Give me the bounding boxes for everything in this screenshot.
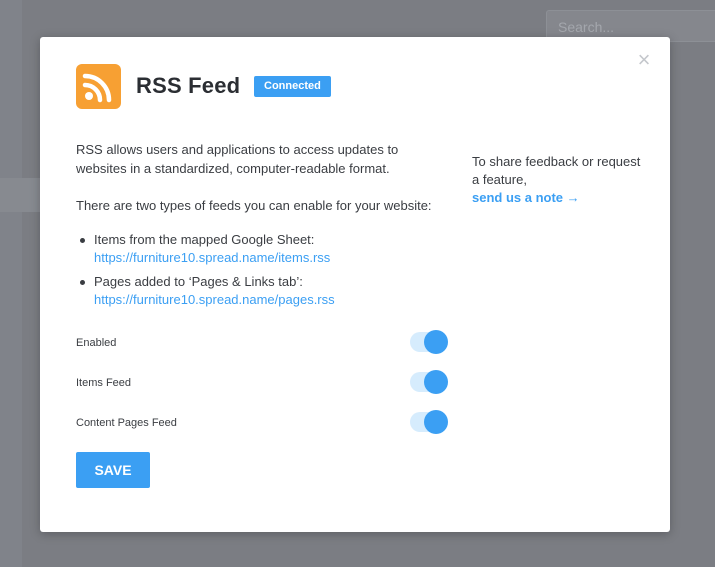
content-pages-feed-toggle[interactable] bbox=[410, 410, 448, 434]
toggle-row-items-feed: Items Feed bbox=[76, 370, 448, 398]
items-feed-toggle[interactable] bbox=[410, 370, 448, 394]
save-button[interactable]: SAVE bbox=[76, 452, 150, 488]
status-badge: Connected bbox=[254, 76, 331, 97]
toggle-knob bbox=[424, 370, 448, 394]
feed-label-items: Items from the mapped Google Sheet: bbox=[94, 232, 315, 247]
pages-feed-link[interactable]: https://furniture10.spread.name/pages.rs… bbox=[94, 291, 456, 309]
toggle-row-enabled: Enabled bbox=[76, 330, 448, 358]
feedback-text: To share feedback or request a feature, bbox=[472, 154, 641, 187]
background-sidebar bbox=[0, 0, 22, 567]
toggle-knob bbox=[424, 330, 448, 354]
modal-title: RSS Feed bbox=[136, 73, 241, 98]
send-note-link[interactable]: send us a note → bbox=[472, 189, 580, 207]
list-item: Pages added to ‘Pages & Links tab’: http… bbox=[76, 273, 456, 309]
description-text: RSS allows users and applications to acc… bbox=[76, 142, 399, 176]
toggle-row-content-pages: Content Pages Feed bbox=[76, 410, 448, 438]
background-band bbox=[0, 178, 40, 212]
feed-list: Items from the mapped Google Sheet: http… bbox=[76, 231, 456, 315]
feed-types-intro: There are two types of feeds you can ena… bbox=[76, 198, 432, 213]
toggle-label-content-pages: Content Pages Feed bbox=[76, 417, 177, 429]
feedback-panel: To share feedback or request a feature, … bbox=[472, 153, 642, 207]
search-input[interactable] bbox=[558, 18, 708, 36]
rss-feed-modal: × RSS Feed Connected RSS allows users an… bbox=[40, 37, 670, 532]
toggle-label-items-feed: Items Feed bbox=[76, 377, 132, 389]
feed-label-pages: Pages added to ‘Pages & Links tab’: bbox=[94, 274, 303, 289]
list-item: Items from the mapped Google Sheet: http… bbox=[76, 231, 456, 267]
rss-icon bbox=[76, 64, 121, 109]
close-icon[interactable]: × bbox=[634, 49, 654, 71]
toggle-label-enabled: Enabled bbox=[76, 337, 117, 349]
toggle-knob bbox=[424, 410, 448, 434]
bullet-icon bbox=[80, 238, 85, 243]
bullet-icon bbox=[80, 280, 85, 285]
items-feed-link[interactable]: https://furniture10.spread.name/items.rs… bbox=[94, 249, 456, 267]
enabled-toggle[interactable] bbox=[410, 330, 448, 354]
